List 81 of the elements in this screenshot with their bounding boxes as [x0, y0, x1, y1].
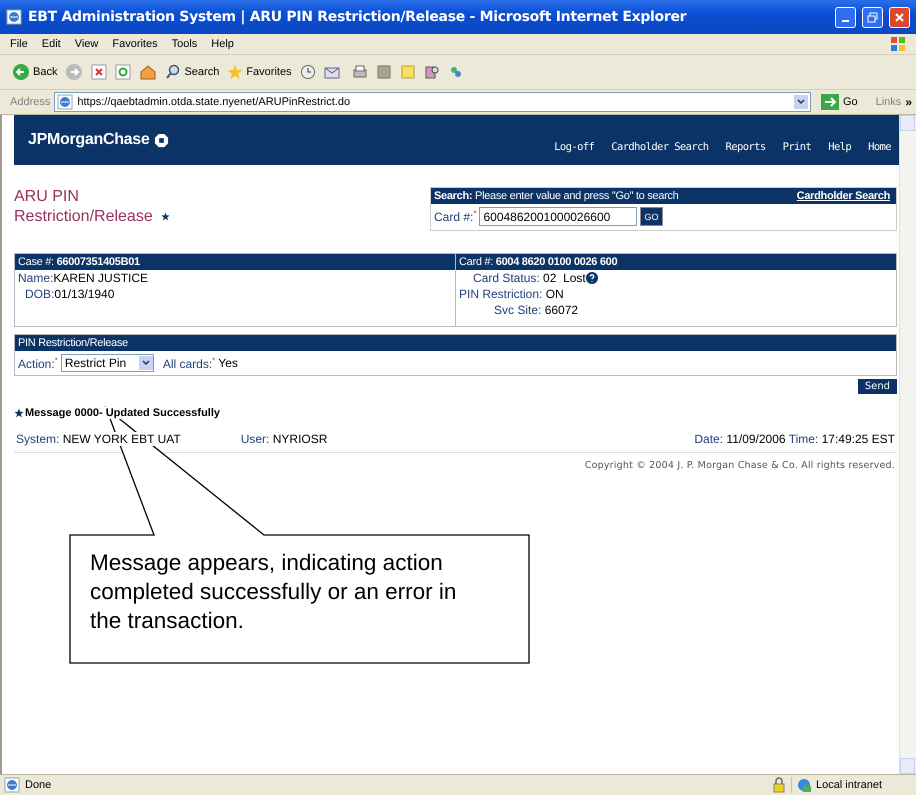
- dropdown-icon[interactable]: [794, 95, 808, 109]
- window-title: EBT Administration System | ARU PIN Restriction/Release - Microsoft Internet Explorer: [28, 9, 688, 25]
- menu-item[interactable]: File: [10, 38, 28, 50]
- go-button[interactable]: Go: [814, 94, 864, 110]
- go-button[interactable]: GO: [640, 207, 662, 226]
- page-icon: [57, 94, 74, 110]
- security-zone: Local intranet: [790, 777, 912, 793]
- field-value: 02 Lost: [542, 271, 586, 285]
- home-icon[interactable]: [139, 64, 158, 80]
- field-value: 01/13/1940: [54, 287, 114, 301]
- field-value: ON: [544, 287, 564, 301]
- address-field[interactable]: https://qaebtadmin.otda.state.nyenet/ARUPinRestrict.do: [54, 92, 811, 112]
- status-text: Done: [25, 779, 52, 791]
- field-label: PIN Restriction:: [459, 287, 542, 301]
- copyright: Copyright © 2004 J. P. Morgan Chase & Co. All rights reserved.: [584, 460, 895, 471]
- card-number-field[interactable]: 6004862001000026600: [479, 207, 638, 226]
- scroll-bar[interactable]: [899, 115, 916, 774]
- section-title: PIN Restriction/Release: [18, 337, 128, 349]
- print-icon[interactable]: [352, 64, 368, 80]
- field-label: Card #:$^{*}$: [434, 209, 476, 224]
- more-chevron[interactable]: »: [905, 95, 912, 109]
- date-time: Date: 11/09/2006 Time: 17:49:25 EST: [694, 432, 895, 446]
- nav-link[interactable]: Home: [868, 141, 891, 153]
- nav-link[interactable]: Cardholder Search: [611, 141, 709, 153]
- logo: JPMorganChase: [28, 131, 170, 149]
- star-icon: [227, 64, 244, 80]
- close-button[interactable]: [889, 6, 910, 28]
- field-value: 66072: [544, 303, 578, 317]
- action-select[interactable]: Restrict Pin: [60, 354, 154, 372]
- history-icon[interactable]: [300, 64, 316, 80]
- app-icon: [6, 9, 22, 25]
- nav-link[interactable]: Log-off: [554, 141, 594, 153]
- field-value: Yes: [218, 356, 238, 370]
- page-title: ARU PIN Restriction/Release: [14, 188, 153, 225]
- field-label: Svc Site:: [494, 303, 542, 317]
- arrow-icon: [820, 94, 839, 110]
- field-label: Action:$^{*}$: [18, 356, 58, 370]
- back-button[interactable]: Back: [12, 63, 58, 81]
- ie-icon: [4, 777, 20, 793]
- callout-text: Message appears, indicating action completed successfully or an error in the transaction.: [90, 549, 458, 635]
- help-icon[interactable]: [586, 272, 598, 284]
- dropdown-icon[interactable]: [138, 356, 153, 370]
- status-message: Message 0000- Updated Successfully: [25, 407, 220, 419]
- system-info: System: NEW YORK EBT UAT: [16, 432, 181, 446]
- search-hint: Search: Please enter value and press "Go" to search: [434, 190, 678, 202]
- minimize-icon: [842, 20, 849, 22]
- nav-link[interactable]: Print: [782, 141, 812, 153]
- refresh-icon[interactable]: [115, 64, 132, 80]
- stop-icon[interactable]: [91, 64, 108, 80]
- field-value: KAREN JUSTICE: [53, 271, 148, 285]
- field-label: All cards:$^{*}$: [162, 356, 216, 370]
- user-info: User: NYRIOSR: [240, 432, 328, 446]
- field-label: DOB:: [25, 287, 54, 301]
- url-text: https://qaebtadmin.otda.state.nyenet/ARUPinRestrict.do: [77, 96, 350, 108]
- network-icon: [796, 777, 812, 793]
- search-icon: [165, 64, 182, 80]
- menu-item[interactable]: Help: [211, 38, 234, 50]
- star-icon: [14, 408, 24, 418]
- field-label: Card Status:: [473, 271, 540, 285]
- close-icon: [894, 12, 905, 22]
- star-icon: [160, 212, 170, 221]
- card-number: Card #: 6004 8620 0100 0026 600: [459, 256, 618, 268]
- nav-link[interactable]: Reports: [726, 141, 766, 153]
- octagon-icon: [154, 132, 170, 148]
- lock-icon: [772, 777, 786, 793]
- menu-item[interactable]: View: [74, 38, 98, 50]
- minimize-button[interactable]: [835, 6, 856, 28]
- case-number: Case #: 66007351405B01: [18, 256, 140, 268]
- address-label: Address: [10, 96, 50, 108]
- nav-link[interactable]: Help: [828, 141, 852, 153]
- windows-logo-icon: [890, 36, 906, 52]
- menu-item[interactable]: Tools: [172, 38, 198, 50]
- restore-icon: [867, 12, 878, 22]
- field-label: Name:: [18, 271, 54, 285]
- favorites-button[interactable]: Favorites: [227, 64, 292, 80]
- search-button[interactable]: Search: [165, 64, 220, 80]
- menu-item[interactable]: Favorites: [112, 38, 158, 50]
- cardholder-search-link[interactable]: Cardholder Search: [796, 190, 890, 202]
- menu-item[interactable]: Edit: [42, 38, 61, 50]
- maximize-button[interactable]: [862, 6, 883, 28]
- send-button[interactable]: Send: [858, 379, 897, 394]
